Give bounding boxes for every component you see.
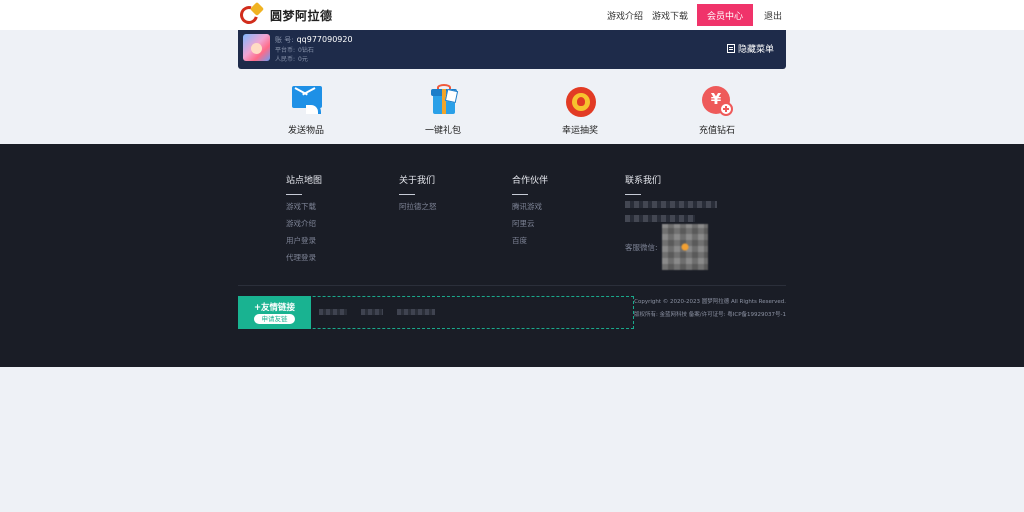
- rmb-label: 人民币:: [275, 56, 296, 63]
- divider: [286, 194, 302, 195]
- account-bar: 账 号: qq977090920 平台币: 0钻石 人民币: 0元 隐藏菜单: [238, 30, 786, 69]
- edit-icon: [726, 44, 735, 53]
- divider: [625, 194, 641, 195]
- blurred-friend-link[interactable]: [361, 309, 383, 315]
- blurred-friend-link[interactable]: [397, 309, 435, 315]
- account-label: 账 号:: [275, 36, 294, 44]
- member-center-button[interactable]: 会员中心: [697, 4, 753, 26]
- gift-icon: [426, 84, 460, 118]
- quick-send-items[interactable]: 发送物品: [271, 84, 341, 136]
- footer-contact: 联系我们: [625, 173, 717, 229]
- copyright-text: Copyright © 2020-2023 圆梦阿拉德 All Rights R…: [634, 299, 786, 305]
- wechat-label: 客服微信:: [625, 243, 658, 252]
- platform-coin-row: 平台币: 0钻石: [275, 45, 314, 54]
- quick-send-items-label: 发送物品: [287, 126, 324, 136]
- logo-mark-icon: [236, 1, 266, 28]
- logout-link[interactable]: 退出: [764, 0, 782, 30]
- quick-gift-pack-label: 一键礼包: [424, 126, 461, 136]
- license-text: 版权所有: 金蓝网科技 备案/许可证号: 粤ICP备19929037号-1: [633, 312, 786, 318]
- divider: [399, 194, 415, 195]
- rmb-row: 人民币: 0元: [275, 54, 308, 63]
- footer-link-download[interactable]: 游戏下载: [286, 201, 322, 212]
- rmb-value: 0元: [298, 56, 308, 63]
- site-logo[interactable]: 圆梦阿拉德: [236, 1, 333, 28]
- account-value: qq977090920: [296, 35, 353, 44]
- footer-contact-title: 联系我们: [625, 176, 662, 186]
- footer-link-intro[interactable]: 游戏介绍: [286, 218, 322, 229]
- footer-site-map: 站点地图 游戏下载 游戏介绍 用户登录 代理登录: [286, 173, 322, 269]
- platform-coin-value: 0钻石: [298, 47, 314, 54]
- footer-about: 关于我们 阿拉德之怒: [399, 173, 437, 218]
- recharge-icon: ¥: [700, 84, 734, 118]
- footer-site-map-title: 站点地图: [286, 176, 323, 186]
- blurred-contact-line: [625, 215, 695, 222]
- friend-links-title: +友情链接: [253, 303, 296, 313]
- nav-game-download[interactable]: 游戏下载: [652, 0, 688, 30]
- footer-link-arad-wrath[interactable]: 阿拉德之怒: [399, 201, 437, 212]
- footer-divider: [238, 285, 786, 286]
- avatar: [243, 34, 270, 61]
- wechat-qrcode-image: [662, 224, 708, 270]
- nav-game-intro[interactable]: 游戏介绍: [607, 0, 643, 30]
- nav-game-download-link[interactable]: 游戏下载: [652, 9, 688, 22]
- footer-link-login[interactable]: 用户登录: [286, 235, 322, 246]
- footer-partners-title: 合作伙伴: [512, 176, 549, 186]
- footer-link-tencent[interactable]: 腾讯游戏: [512, 201, 548, 212]
- footer-link-baidu[interactable]: 百度: [512, 235, 548, 246]
- account-row: 账 号: qq977090920: [275, 35, 353, 45]
- footer-partners: 合作伙伴 腾讯游戏 阿里云 百度: [512, 173, 548, 252]
- footer-link-aliyun[interactable]: 阿里云: [512, 218, 548, 229]
- quick-lucky-draw-label: 幸运抽奖: [561, 126, 598, 136]
- friend-links-tag: +友情链接 申请友链: [238, 296, 311, 329]
- hide-menu-label: 隐藏菜单: [737, 45, 774, 55]
- quick-recharge-label: 充值钻石: [698, 126, 735, 136]
- lucky-draw-icon: [563, 84, 597, 118]
- apply-friend-link-button[interactable]: 申请友链: [254, 314, 295, 324]
- platform-coin-label: 平台币:: [275, 47, 296, 54]
- hide-menu-button[interactable]: 隐藏菜单: [726, 42, 774, 55]
- footer-about-title: 关于我们: [399, 176, 436, 186]
- quick-lucky-draw[interactable]: 幸运抽奖: [545, 84, 615, 136]
- footer: 站点地图 游戏下载 游戏介绍 用户登录 代理登录 关于我们 阿拉德之怒 合作伙伴…: [0, 144, 1024, 367]
- nav-game-intro-link[interactable]: 游戏介绍: [607, 9, 643, 22]
- divider: [512, 194, 528, 195]
- send-mail-icon: [289, 84, 323, 118]
- footer-link-agent-login[interactable]: 代理登录: [286, 252, 322, 263]
- quick-recharge-diamond[interactable]: ¥ 充值钻石: [682, 84, 752, 136]
- blurred-friend-link[interactable]: [319, 309, 347, 315]
- friend-links-list: [319, 309, 435, 315]
- logo-text: 圆梦阿拉德: [270, 8, 333, 23]
- top-header: 圆梦阿拉德 游戏介绍 游戏下载 会员中心 退出: [0, 0, 1024, 30]
- quick-gift-pack[interactable]: 一键礼包: [408, 84, 478, 136]
- blurred-contact-line: [625, 201, 717, 208]
- friend-links-box: +友情链接 申请友链: [238, 296, 634, 329]
